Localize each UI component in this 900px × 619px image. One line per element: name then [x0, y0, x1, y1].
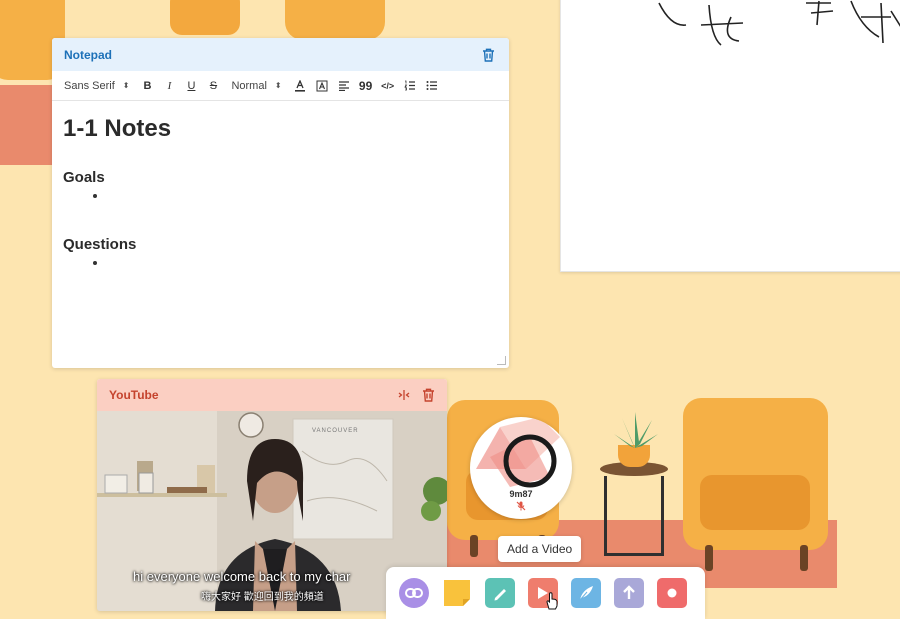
select-caret-icon: ⬍: [274, 81, 282, 90]
record-icon: [667, 588, 677, 598]
chair-top-middle: [285, 0, 385, 40]
trash-icon: [423, 388, 434, 402]
notepad-title: Notepad: [64, 47, 112, 62]
notepad-widget[interactable]: Notepad Sans Serif ⬍ B I U S Normal ⬍ 99…: [52, 38, 509, 368]
text-color-icon: [294, 79, 305, 92]
sync-icon: [398, 390, 410, 400]
blockquote-button[interactable]: 99: [356, 76, 376, 96]
youtube-title: YouTube: [109, 388, 159, 402]
bullet-list-button[interactable]: [422, 76, 442, 96]
youtube-delete-button[interactable]: [422, 388, 435, 402]
hand-cursor-icon: [546, 592, 558, 610]
text-color-button[interactable]: [290, 76, 310, 96]
resize-handle-icon[interactable]: [497, 356, 506, 365]
notepad-editor[interactable]: 1-1 Notes Goals Questions: [52, 101, 509, 317]
record-button[interactable]: [657, 578, 687, 608]
quill-pen-icon: [579, 586, 593, 601]
chair-leg: [470, 535, 478, 557]
note-heading: 1-1 Notes: [63, 115, 172, 142]
youtube-actions: [398, 388, 435, 402]
add-drawing-button[interactable]: [485, 578, 515, 608]
note-bullet: [93, 259, 498, 271]
participant-name: 9m87: [509, 489, 533, 499]
font-family-select[interactable]: Sans Serif ⬍: [62, 80, 135, 92]
upload-button[interactable]: [614, 578, 644, 608]
pencil-icon: [494, 589, 506, 601]
whiteboard[interactable]: [560, 0, 900, 272]
armchair-right-seat: [700, 475, 810, 530]
add-link-button[interactable]: [399, 578, 429, 608]
highlight-icon: [316, 80, 328, 91]
ordered-list-button[interactable]: [400, 76, 420, 96]
tooltip: Add a Video: [498, 536, 582, 562]
whiteboard-drawing: [658, 0, 900, 46]
sync-button[interactable]: [398, 390, 410, 400]
plant-leaves: [614, 412, 658, 448]
note-section-goals: Goals: [63, 169, 105, 186]
bold-button[interactable]: B: [137, 76, 157, 96]
plant-pot-top: [170, 0, 240, 35]
trash-icon: [482, 48, 494, 62]
upload-icon: [623, 585, 635, 599]
add-whiteboard-button[interactable]: [571, 578, 601, 608]
note-section-questions: Questions: [63, 236, 137, 253]
participant-avatar[interactable]: 9m87: [470, 417, 572, 519]
notepad-delete-button[interactable]: [479, 46, 497, 64]
code-button[interactable]: </>: [378, 76, 398, 96]
poster-text: VANCOUVER: [312, 428, 359, 434]
sticky-note-icon: [444, 580, 470, 606]
align-button[interactable]: [334, 76, 354, 96]
underline-button[interactable]: U: [181, 76, 201, 96]
notepad-toolbar: Sans Serif ⬍ B I U S Normal ⬍ 99 </>: [52, 71, 509, 101]
strikethrough-button[interactable]: S: [203, 76, 223, 96]
bullet-list-icon: [426, 81, 437, 90]
chair-leg: [800, 545, 808, 571]
font-family-value: Sans Serif: [64, 79, 115, 92]
link-icon: [405, 588, 423, 598]
font-size-value: Normal: [231, 79, 267, 92]
font-size-select[interactable]: Normal ⬍: [229, 80, 287, 92]
italic-button[interactable]: I: [159, 76, 179, 96]
background-color-button[interactable]: [312, 76, 332, 96]
note-bullet: [93, 192, 498, 204]
mic-muted-icon: [516, 501, 526, 511]
side-table-frame: [604, 476, 664, 556]
notepad-header: Notepad: [52, 38, 509, 71]
ordered-list-icon: [403, 80, 415, 91]
youtube-header: YouTube: [97, 379, 447, 411]
select-caret-icon: ⬍: [122, 81, 130, 90]
add-sticky-note-button[interactable]: [442, 578, 472, 608]
chair-leg: [705, 545, 713, 571]
align-left-icon: [338, 80, 349, 91]
